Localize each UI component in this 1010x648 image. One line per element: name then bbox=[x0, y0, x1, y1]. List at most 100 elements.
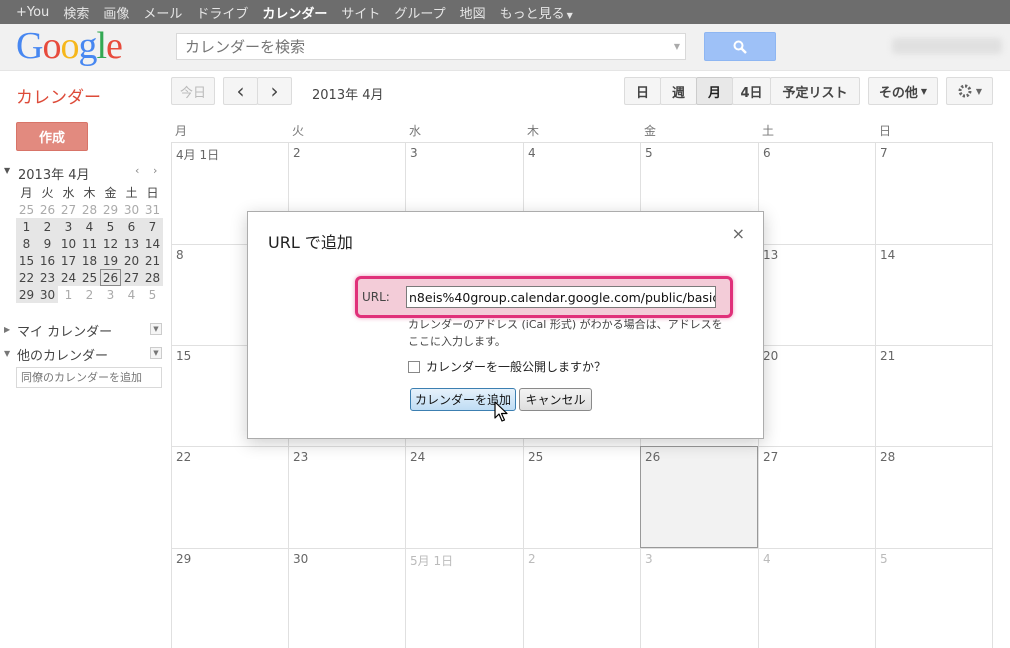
mini-day[interactable]: 11 bbox=[79, 235, 100, 252]
day-cell[interactable]: 29 bbox=[171, 548, 288, 648]
mini-day[interactable]: 29 bbox=[100, 201, 121, 218]
mini-day[interactable]: 5 bbox=[142, 286, 163, 303]
day-cell[interactable]: 5月 1日 bbox=[405, 548, 523, 648]
day-number[interactable]: 5月 1日 bbox=[410, 552, 453, 569]
day-cell[interactable]: 3 bbox=[640, 548, 758, 648]
topbar-item-search[interactable]: 検索 bbox=[63, 3, 89, 22]
mini-day[interactable]: 8 bbox=[16, 235, 37, 252]
mini-day[interactable]: 1 bbox=[16, 218, 37, 235]
day-cell[interactable]: 26 bbox=[640, 446, 758, 548]
mini-day[interactable]: 15 bbox=[16, 252, 37, 269]
search-dropdown-icon[interactable]: ▼ bbox=[674, 42, 680, 51]
day-number[interactable]: 7 bbox=[880, 146, 888, 160]
mini-day[interactable]: 31 bbox=[142, 201, 163, 218]
day-number[interactable]: 13 bbox=[763, 248, 778, 262]
topbar-item-drive[interactable]: ドライブ bbox=[196, 3, 248, 22]
mini-prev-icon[interactable]: ‹ bbox=[135, 164, 139, 177]
mini-day[interactable]: 18 bbox=[79, 252, 100, 269]
public-checkbox-label[interactable]: カレンダーを一般公開しますか？ bbox=[426, 358, 606, 375]
mini-day[interactable]: 26 bbox=[100, 269, 121, 286]
day-cell[interactable]: 30 bbox=[288, 548, 405, 648]
day-cell[interactable]: 27 bbox=[758, 446, 875, 548]
mini-day[interactable]: 20 bbox=[121, 252, 142, 269]
mini-day[interactable]: 1 bbox=[58, 286, 79, 303]
mini-day[interactable]: 7 bbox=[142, 218, 163, 235]
day-number[interactable]: 4月 1日 bbox=[176, 146, 219, 163]
day-number[interactable]: 29 bbox=[176, 552, 191, 566]
mini-day[interactable]: 16 bbox=[37, 252, 58, 269]
mini-day[interactable]: 25 bbox=[79, 269, 100, 286]
topbar-item-sites[interactable]: サイト bbox=[341, 3, 380, 22]
mini-day[interactable]: 28 bbox=[79, 201, 100, 218]
topbar-item-more[interactable]: もっと見る ▼ bbox=[500, 3, 573, 22]
mini-day[interactable]: 12 bbox=[100, 235, 121, 252]
day-number[interactable]: 28 bbox=[880, 450, 895, 464]
mini-day[interactable]: 24 bbox=[58, 269, 79, 286]
day-cell[interactable]: 20 bbox=[758, 345, 875, 446]
mini-day[interactable]: 27 bbox=[58, 201, 79, 218]
mini-day[interactable]: 29 bbox=[16, 286, 37, 303]
day-number[interactable]: 30 bbox=[293, 552, 308, 566]
other-calendars-menu-icon[interactable]: ▼ bbox=[150, 347, 162, 359]
mini-day[interactable]: 10 bbox=[58, 235, 79, 252]
mini-day[interactable]: 22 bbox=[16, 269, 37, 286]
day-cell[interactable]: 28 bbox=[875, 446, 993, 548]
day-number[interactable]: 6 bbox=[763, 146, 771, 160]
today-button[interactable]: 今日 bbox=[171, 77, 215, 105]
collapse-triangle-icon[interactable]: ▼ bbox=[4, 166, 10, 175]
mini-day[interactable]: 28 bbox=[142, 269, 163, 286]
topbar-item-calendar[interactable]: カレンダー bbox=[262, 3, 327, 22]
my-calendars-menu-icon[interactable]: ▼ bbox=[150, 323, 162, 335]
my-calendars-section[interactable]: ▶ マイ カレンダー ▼ bbox=[4, 321, 162, 340]
mini-day[interactable]: 4 bbox=[79, 218, 100, 235]
day-number[interactable]: 21 bbox=[880, 349, 895, 363]
day-cell[interactable]: 4 bbox=[758, 548, 875, 648]
day-cell[interactable]: 25 bbox=[523, 446, 640, 548]
day-number[interactable]: 22 bbox=[176, 450, 191, 464]
other-calendars-section[interactable]: ▼ 他のカレンダー ▼ bbox=[4, 345, 162, 364]
my-calendars-label[interactable]: マイ カレンダー bbox=[17, 321, 112, 340]
topbar-item-maps[interactable]: 地図 bbox=[460, 3, 486, 22]
view-month-button[interactable]: 月 bbox=[696, 77, 733, 105]
view-4days-button[interactable]: 4日 bbox=[732, 77, 771, 105]
mini-day[interactable]: 3 bbox=[100, 286, 121, 303]
other-calendars-label[interactable]: 他のカレンダー bbox=[17, 345, 108, 364]
day-number[interactable]: 2 bbox=[293, 146, 301, 160]
day-number[interactable]: 5 bbox=[645, 146, 653, 160]
mini-day[interactable]: 26 bbox=[37, 201, 58, 218]
view-week-button[interactable]: 週 bbox=[660, 77, 697, 105]
day-cell[interactable]: 5 bbox=[875, 548, 993, 648]
topbar-item-images[interactable]: 画像 bbox=[103, 3, 129, 22]
mini-day[interactable]: 3 bbox=[58, 218, 79, 235]
mini-day[interactable]: 5 bbox=[100, 218, 121, 235]
expand-triangle-icon[interactable]: ▶ bbox=[4, 325, 10, 334]
mini-day[interactable]: 2 bbox=[79, 286, 100, 303]
mini-day[interactable]: 4 bbox=[121, 286, 142, 303]
day-cell[interactable]: 13 bbox=[758, 244, 875, 345]
mini-day[interactable]: 19 bbox=[100, 252, 121, 269]
day-cell[interactable]: 7 bbox=[875, 142, 993, 244]
mini-day[interactable]: 27 bbox=[121, 269, 142, 286]
url-input[interactable] bbox=[407, 287, 715, 307]
day-number[interactable]: 24 bbox=[410, 450, 425, 464]
add-colleague-input[interactable] bbox=[17, 368, 165, 387]
search-button[interactable] bbox=[704, 32, 776, 61]
account-name-blurred[interactable] bbox=[892, 38, 1002, 54]
day-number[interactable]: 14 bbox=[880, 248, 895, 262]
day-number[interactable]: 3 bbox=[645, 552, 653, 566]
next-button[interactable]: › bbox=[257, 77, 292, 105]
google-logo[interactable]: Google bbox=[16, 26, 123, 66]
settings-button[interactable]: ▼ bbox=[946, 77, 993, 105]
day-cell[interactable]: 2 bbox=[523, 548, 640, 648]
mini-day[interactable]: 2 bbox=[37, 218, 58, 235]
day-number[interactable]: 8 bbox=[176, 248, 184, 262]
mini-calendar-title[interactable]: 2013年 4月 bbox=[18, 164, 90, 183]
day-cell[interactable]: 22 bbox=[171, 446, 288, 548]
prev-button[interactable]: ‹ bbox=[223, 77, 258, 105]
day-number[interactable]: 15 bbox=[176, 349, 191, 363]
day-number[interactable]: 2 bbox=[528, 552, 536, 566]
day-cell[interactable]: 21 bbox=[875, 345, 993, 446]
view-day-button[interactable]: 日 bbox=[624, 77, 661, 105]
mini-day[interactable]: 6 bbox=[121, 218, 142, 235]
topbar-item-plus-you[interactable]: +You bbox=[16, 5, 49, 20]
